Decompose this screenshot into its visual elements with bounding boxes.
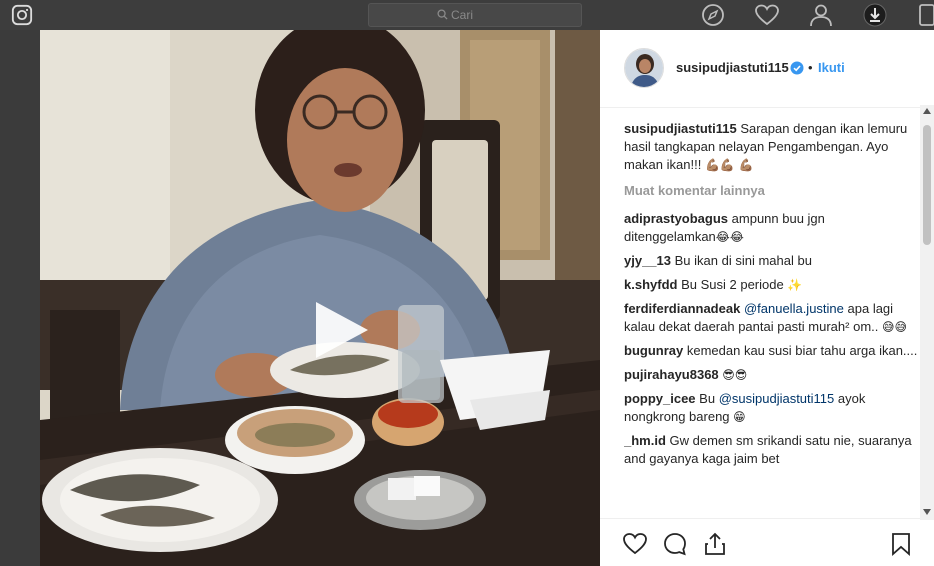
heart-activity-icon[interactable] — [754, 3, 780, 27]
caption-emoji: 💪🏽💪🏽 💪🏽 — [704, 158, 754, 172]
top-nav: Cari — [0, 0, 934, 30]
load-more-comments-link[interactable]: Muat komentar lainnya — [624, 182, 920, 200]
comment-item: _hm.id Gw demen sm srikandi satu nie, su… — [624, 432, 920, 468]
comment-item: yjy__13 Bu ikan di sini mahal bu — [624, 252, 920, 270]
comment-text: kemedan kau susi biar tahu arga ikan.... — [686, 343, 918, 358]
comment-emoji: 😁 — [733, 410, 746, 424]
comment-item: adiprastyobagus ampunn buu jgn ditenggel… — [624, 210, 920, 246]
tablet-icon[interactable] — [916, 3, 934, 27]
comment-text: Bu Susi 2 periode — [681, 277, 784, 292]
comments-scrollbar[interactable] — [920, 105, 934, 520]
post-side-panel: susipudjiastuti115 • Ikuti susipudjiastu… — [600, 30, 934, 566]
comment-username[interactable]: adiprastyobagus — [624, 211, 728, 226]
comment-username[interactable]: pujirahayu8368 — [624, 367, 719, 382]
comment-username[interactable]: _hm.id — [624, 433, 666, 448]
comment-item: ferdiferdiannadeak @fanuella.justine apa… — [624, 300, 920, 336]
scroll-up-arrow-icon[interactable] — [923, 108, 931, 114]
comment-bubble-icon[interactable] — [662, 531, 688, 557]
instagram-logo-icon[interactable] — [10, 4, 34, 26]
comment-username[interactable]: yjy__13 — [624, 253, 671, 268]
comment-emoji: 😂😂 — [715, 230, 744, 244]
search-input[interactable]: Cari — [368, 3, 582, 27]
post-username[interactable]: susipudjiastuti115 — [676, 60, 789, 75]
download-icon[interactable] — [862, 3, 888, 27]
comment-username[interactable]: poppy_icee — [624, 391, 696, 406]
comment-mention-link[interactable]: @fanuella.justine — [744, 301, 844, 316]
comment-item: poppy_icee Bu @susipudjiastuti115 ayok n… — [624, 390, 920, 426]
explore-compass-icon[interactable] — [700, 3, 726, 27]
comment-emoji: ✨ — [787, 278, 803, 292]
scrollbar-thumb[interactable] — [923, 125, 931, 245]
bookmark-save-icon[interactable] — [888, 531, 914, 557]
like-heart-icon[interactable] — [622, 531, 648, 557]
caption-username[interactable]: susipudjiastuti115 — [624, 121, 737, 136]
separator-dot: • — [808, 60, 813, 75]
comment-item: pujirahayu8368 😎😎 — [624, 366, 920, 384]
comment-emoji: 😎😎 — [722, 368, 748, 382]
caption: susipudjiastuti115 Sarapan dengan ikan l… — [624, 120, 920, 174]
search-icon — [437, 9, 448, 20]
comment-prefix: Bu — [699, 391, 716, 406]
play-button-icon[interactable] — [304, 294, 376, 366]
comment-username[interactable]: k.shyfdd — [624, 277, 677, 292]
comment-item: bugunray kemedan kau susi biar tahu arga… — [624, 342, 920, 360]
profile-icon[interactable] — [808, 3, 834, 27]
comments-list[interactable]: susipudjiastuti115 Sarapan dengan ikan l… — [624, 120, 920, 518]
verified-badge-icon — [790, 61, 804, 75]
post-header: susipudjiastuti115 • Ikuti — [600, 30, 934, 108]
avatar-image — [625, 49, 663, 87]
comment-emoji: 😅😅 — [882, 320, 908, 334]
comment-text: Gw demen sm srikandi satu nie, suaranya … — [624, 433, 912, 466]
search-placeholder: Cari — [451, 8, 474, 22]
post-video[interactable] — [40, 30, 600, 566]
follow-button[interactable]: Ikuti — [818, 60, 845, 75]
comment-item: k.shyfdd Bu Susi 2 periode ✨ — [624, 276, 920, 294]
post-actions-bar — [600, 518, 934, 566]
comment-username[interactable]: ferdiferdiannadeak — [624, 301, 740, 316]
comment-text: Bu ikan di sini mahal bu — [674, 253, 812, 268]
scroll-down-arrow-icon[interactable] — [923, 509, 931, 515]
avatar[interactable] — [624, 48, 664, 88]
comment-mention-link[interactable]: @susipudjiastuti115 — [719, 391, 835, 406]
comment-username[interactable]: bugunray — [624, 343, 683, 358]
share-icon[interactable] — [702, 531, 728, 557]
